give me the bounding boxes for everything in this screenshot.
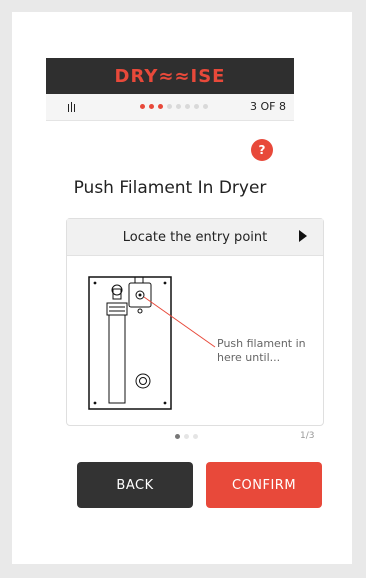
- back-button[interactable]: BACK: [77, 462, 193, 508]
- card-header[interactable]: Locate the entry point: [67, 219, 323, 256]
- card-heading: Locate the entry point: [122, 229, 268, 245]
- progress-dot: [149, 104, 154, 109]
- page-indicator: 1/3: [300, 431, 315, 441]
- progress-dots: [140, 104, 208, 109]
- help-button[interactable]: ?: [251, 139, 273, 161]
- step-counter: 3 OF 8: [250, 100, 286, 113]
- page-title: Push Filament In Dryer: [73, 178, 267, 198]
- progress-dot: [167, 104, 172, 109]
- instruction-card: Locate the entry point Push filament in …: [66, 218, 324, 426]
- progress-dot: [176, 104, 181, 109]
- carousel-dots: [175, 434, 198, 439]
- progress-dot: [140, 104, 145, 109]
- confirm-button[interactable]: CONFIRM: [206, 462, 322, 508]
- instruction-note: Push filament in here until...: [217, 337, 306, 364]
- progress-dot: [185, 104, 190, 109]
- progress-dot: [194, 104, 199, 109]
- carousel-dot[interactable]: [184, 434, 189, 439]
- spool-icon: [68, 102, 75, 112]
- carousel-dot[interactable]: [175, 434, 180, 439]
- progress-strip: 3 OF 8: [46, 94, 294, 121]
- progress-dot: [158, 104, 163, 109]
- brand-header: DRY≈≈ISE: [46, 58, 294, 94]
- progress-dot: [203, 104, 208, 109]
- carousel-dot[interactable]: [193, 434, 198, 439]
- brand-logo: DRY≈≈ISE: [114, 65, 226, 87]
- play-icon[interactable]: [299, 230, 307, 242]
